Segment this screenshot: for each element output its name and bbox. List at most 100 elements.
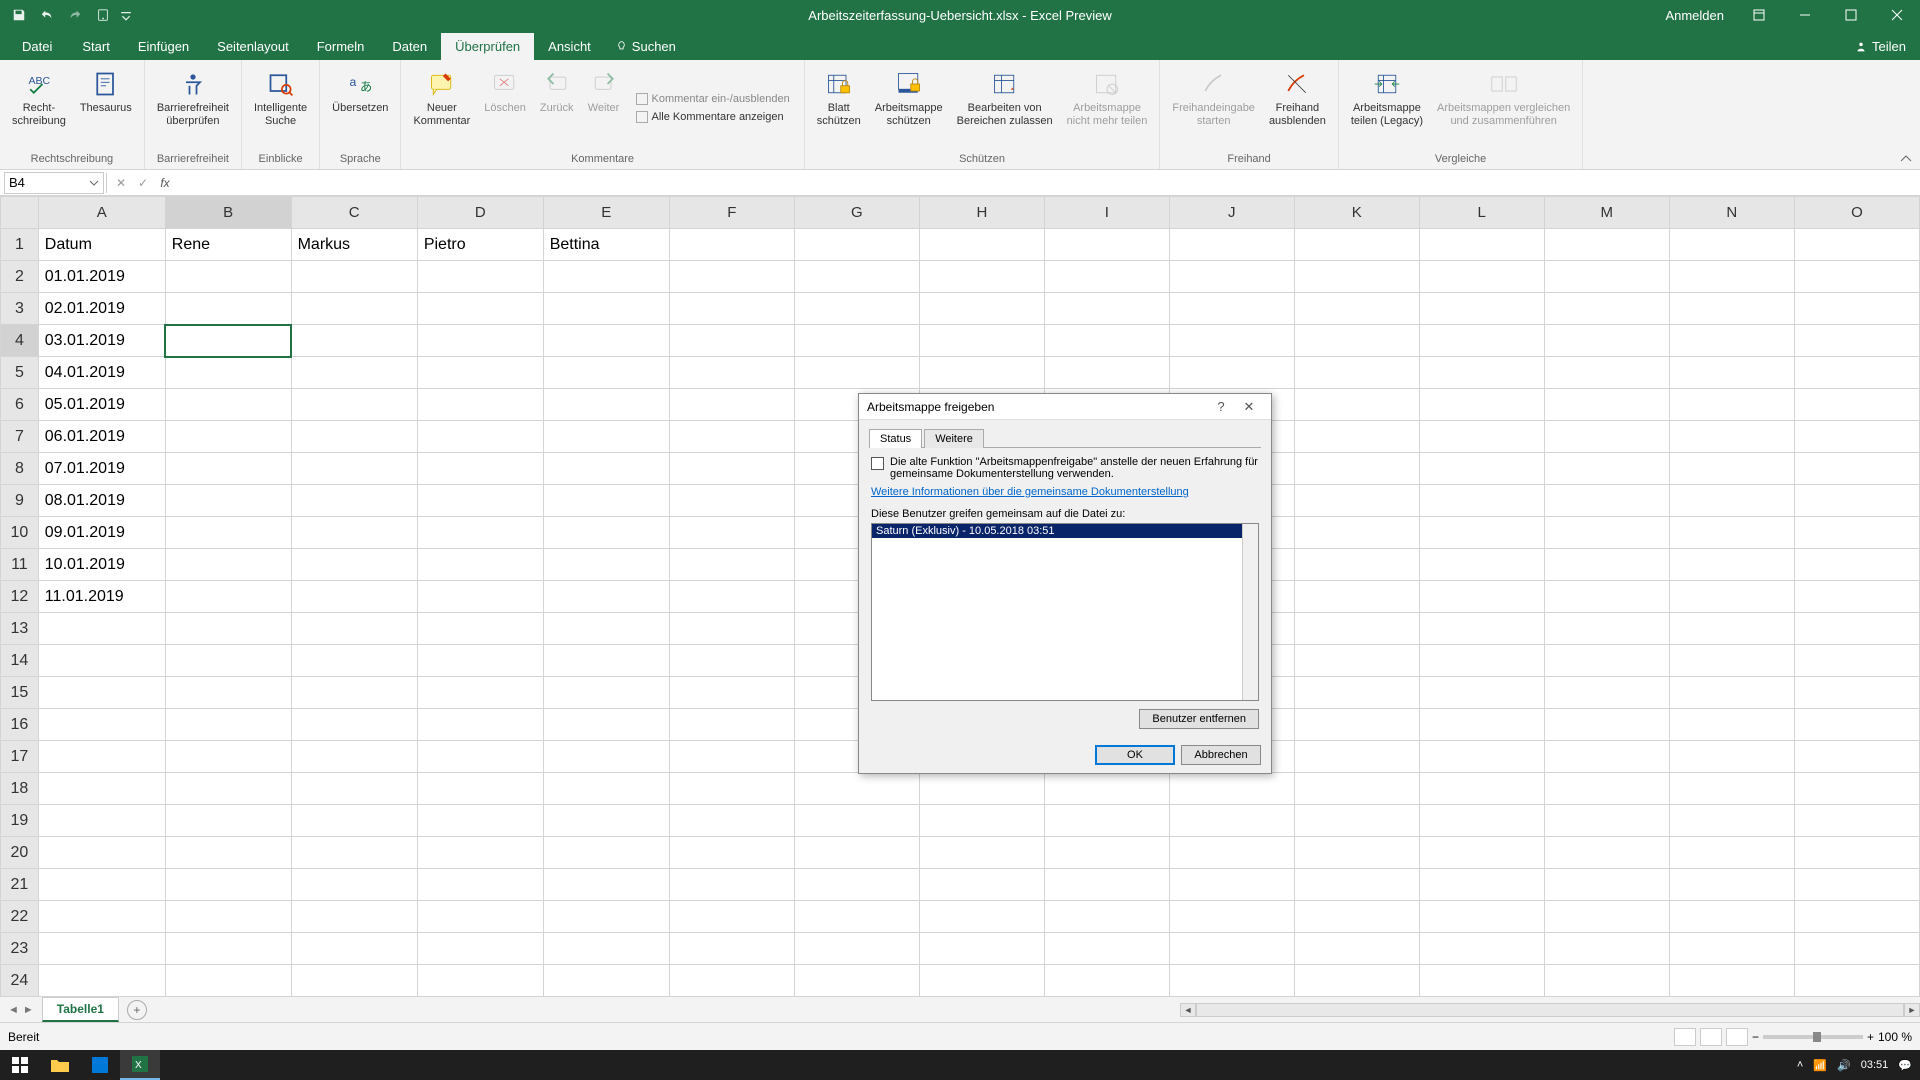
- cell-B14[interactable]: [165, 645, 291, 677]
- cell-E12[interactable]: [543, 581, 669, 613]
- cell-O9[interactable]: [1794, 485, 1919, 517]
- cell-M7[interactable]: [1544, 421, 1669, 453]
- cell-G5[interactable]: [794, 357, 919, 389]
- cell-J5[interactable]: [1169, 357, 1294, 389]
- row-header-23[interactable]: 23: [1, 933, 39, 965]
- new-comment-button[interactable]: Neuer Kommentar: [407, 64, 476, 151]
- insert-function-button[interactable]: fx: [155, 173, 175, 193]
- cell-N10[interactable]: [1669, 517, 1794, 549]
- coauthoring-info-link[interactable]: Weitere Informationen über die gemeinsam…: [871, 486, 1259, 498]
- save-button[interactable]: [8, 4, 30, 26]
- cell-D14[interactable]: [417, 645, 543, 677]
- cell-I23[interactable]: [1044, 933, 1169, 965]
- cell-D5[interactable]: [417, 357, 543, 389]
- cell-B16[interactable]: [165, 709, 291, 741]
- cell-M23[interactable]: [1544, 933, 1669, 965]
- cell-M14[interactable]: [1544, 645, 1669, 677]
- cell-H18[interactable]: [919, 773, 1044, 805]
- tab-insert[interactable]: Einfügen: [124, 33, 203, 60]
- cell-A22[interactable]: [38, 901, 165, 933]
- cell-M16[interactable]: [1544, 709, 1669, 741]
- thesaurus-button[interactable]: Thesaurus: [74, 64, 138, 151]
- cell-D16[interactable]: [417, 709, 543, 741]
- cell-D1[interactable]: Pietro: [417, 229, 543, 261]
- sign-in-link[interactable]: Anmelden: [1653, 8, 1736, 23]
- cell-M18[interactable]: [1544, 773, 1669, 805]
- cell-K13[interactable]: [1294, 613, 1419, 645]
- cell-I1[interactable]: [1044, 229, 1169, 261]
- cell-C5[interactable]: [291, 357, 417, 389]
- cell-F4[interactable]: [669, 325, 794, 357]
- cell-F2[interactable]: [669, 261, 794, 293]
- cell-L19[interactable]: [1419, 805, 1544, 837]
- cell-O3[interactable]: [1794, 293, 1919, 325]
- cell-J3[interactable]: [1169, 293, 1294, 325]
- column-header-O[interactable]: O: [1794, 197, 1919, 229]
- taskbar-explorer[interactable]: [40, 1050, 80, 1080]
- cell-O1[interactable]: [1794, 229, 1919, 261]
- cell-N14[interactable]: [1669, 645, 1794, 677]
- cell-C12[interactable]: [291, 581, 417, 613]
- cell-B24[interactable]: [165, 965, 291, 997]
- cell-N2[interactable]: [1669, 261, 1794, 293]
- cell-D11[interactable]: [417, 549, 543, 581]
- cell-E21[interactable]: [543, 869, 669, 901]
- column-header-H[interactable]: H: [919, 197, 1044, 229]
- cell-N24[interactable]: [1669, 965, 1794, 997]
- dialog-titlebar[interactable]: Arbeitsmappe freigeben ? ✕: [859, 394, 1271, 420]
- cell-E16[interactable]: [543, 709, 669, 741]
- row-header-13[interactable]: 13: [1, 613, 39, 645]
- cell-K20[interactable]: [1294, 837, 1419, 869]
- page-break-view-button[interactable]: [1726, 1028, 1748, 1046]
- cell-A23[interactable]: [38, 933, 165, 965]
- cell-D21[interactable]: [417, 869, 543, 901]
- cell-A2[interactable]: 01.01.2019: [38, 261, 165, 293]
- cell-L12[interactable]: [1419, 581, 1544, 613]
- cell-D6[interactable]: [417, 389, 543, 421]
- cell-E5[interactable]: [543, 357, 669, 389]
- cell-L3[interactable]: [1419, 293, 1544, 325]
- cell-B11[interactable]: [165, 549, 291, 581]
- cell-H19[interactable]: [919, 805, 1044, 837]
- row-header-17[interactable]: 17: [1, 741, 39, 773]
- cell-L9[interactable]: [1419, 485, 1544, 517]
- cell-C3[interactable]: [291, 293, 417, 325]
- cell-D7[interactable]: [417, 421, 543, 453]
- column-header-L[interactable]: L: [1419, 197, 1544, 229]
- cell-K2[interactable]: [1294, 261, 1419, 293]
- column-header-A[interactable]: A: [38, 197, 165, 229]
- cell-C21[interactable]: [291, 869, 417, 901]
- cell-N15[interactable]: [1669, 677, 1794, 709]
- cell-N23[interactable]: [1669, 933, 1794, 965]
- tab-file[interactable]: Datei: [6, 33, 68, 60]
- cell-H24[interactable]: [919, 965, 1044, 997]
- column-header-I[interactable]: I: [1044, 197, 1169, 229]
- row-header-19[interactable]: 19: [1, 805, 39, 837]
- cell-A19[interactable]: [38, 805, 165, 837]
- row-header-20[interactable]: 20: [1, 837, 39, 869]
- cell-L13[interactable]: [1419, 613, 1544, 645]
- cell-E4[interactable]: [543, 325, 669, 357]
- qat-customize-icon[interactable]: [120, 4, 132, 26]
- cell-L11[interactable]: [1419, 549, 1544, 581]
- cell-K22[interactable]: [1294, 901, 1419, 933]
- cell-F14[interactable]: [669, 645, 794, 677]
- cell-E9[interactable]: [543, 485, 669, 517]
- cell-N5[interactable]: [1669, 357, 1794, 389]
- cell-O5[interactable]: [1794, 357, 1919, 389]
- cell-B22[interactable]: [165, 901, 291, 933]
- use-legacy-checkbox[interactable]: [871, 457, 884, 470]
- new-sheet-button[interactable]: +: [127, 1000, 147, 1020]
- cell-I24[interactable]: [1044, 965, 1169, 997]
- cell-H21[interactable]: [919, 869, 1044, 901]
- cell-F21[interactable]: [669, 869, 794, 901]
- page-layout-view-button[interactable]: [1700, 1028, 1722, 1046]
- cell-M24[interactable]: [1544, 965, 1669, 997]
- cell-I4[interactable]: [1044, 325, 1169, 357]
- touch-mode-button[interactable]: [92, 4, 114, 26]
- cell-A8[interactable]: 07.01.2019: [38, 453, 165, 485]
- cell-C14[interactable]: [291, 645, 417, 677]
- cell-A6[interactable]: 05.01.2019: [38, 389, 165, 421]
- column-header-C[interactable]: C: [291, 197, 417, 229]
- cell-D2[interactable]: [417, 261, 543, 293]
